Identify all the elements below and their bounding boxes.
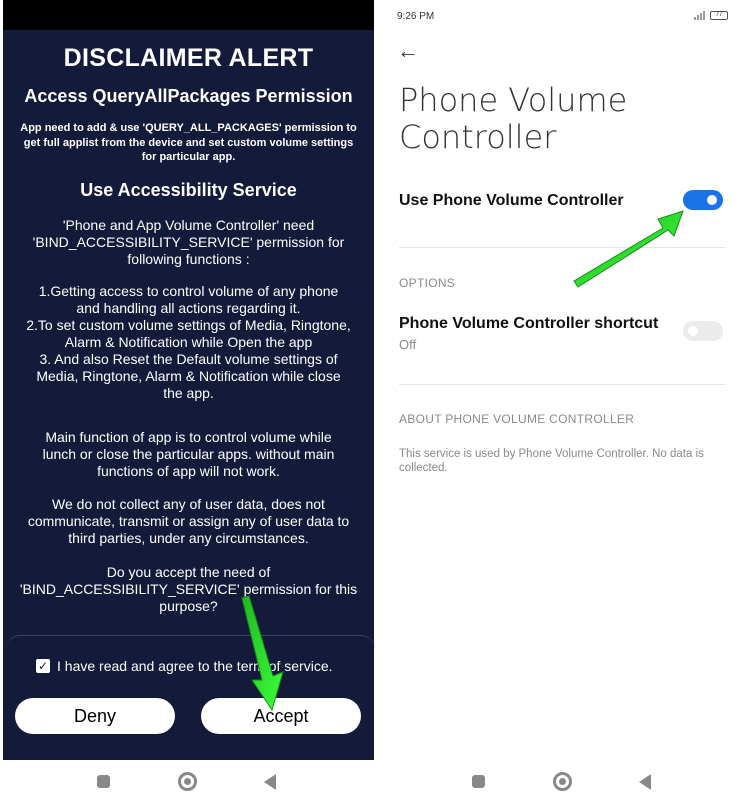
home-circle-icon[interactable] <box>178 772 197 791</box>
about-description: This service is used by Phone Volume Con… <box>399 448 704 474</box>
home-circle-icon[interactable] <box>553 772 572 791</box>
status-time: 9:26 PM <box>397 11 435 22</box>
shortcut-toggle[interactable] <box>683 321 723 341</box>
disclaimer-dialog: DISCLAIMER ALERT Access QueryAllPackages… <box>3 30 375 760</box>
signal-icon <box>694 11 705 20</box>
paragraph-main-function: Main function of app is to control volum… <box>42 429 335 479</box>
deny-button[interactable]: Deny <box>15 698 175 734</box>
accept-button[interactable]: Accept <box>201 698 361 734</box>
page-title: Phone Volume Controller <box>399 81 628 156</box>
paragraph-need: 'Phone and App Volume Controller' need '… <box>32 217 345 267</box>
shortcut-label: Phone Volume Controller shortcut <box>399 315 659 332</box>
divider <box>399 384 725 385</box>
agree-checkbox[interactable]: ✓ <box>36 659 50 673</box>
back-triangle-icon[interactable] <box>264 774 276 790</box>
use-controller-toggle[interactable] <box>683 190 723 210</box>
recents-square-icon[interactable] <box>97 775 110 788</box>
packages-text: App need to add & use 'QUERY_ALL_PACKAGE… <box>20 122 357 163</box>
divider <box>399 247 725 248</box>
paragraph-data-policy: We do not collect any of user data, does… <box>27 496 350 546</box>
left-phone-screen: DISCLAIMER ALERT Access QueryAllPackages… <box>0 0 375 808</box>
dialog-action-area: ✓ I have read and agree to the term of s… <box>6 635 375 760</box>
back-triangle-icon[interactable] <box>639 774 651 790</box>
paragraph-functions: 1.Getting access to control volume of an… <box>26 283 351 401</box>
heading-packages: Access QueryAllPackages Permission <box>24 86 353 106</box>
right-phone-screen: 9:26 PM 77 ← Phone Volume Controller Use… <box>375 0 750 808</box>
shortcut-value: Off <box>399 337 417 352</box>
section-about-heading: ABOUT PHONE VOLUME CONTROLLER <box>399 412 635 426</box>
heading-accessibility: Use Accessibility Service <box>80 180 297 200</box>
dialog-title: DISCLAIMER ALERT <box>63 44 314 72</box>
battery-icon: 77 <box>710 11 728 20</box>
section-options-heading: OPTIONS <box>399 276 456 290</box>
right-navigation-bar <box>375 770 750 794</box>
recents-square-icon[interactable] <box>472 775 485 788</box>
use-controller-label: Use Phone Volume Controller <box>399 192 624 209</box>
status-icons: 77 <box>694 11 728 20</box>
status-bar <box>3 0 374 30</box>
paragraph-question: Do you accept the need of 'BIND_ACCESSIB… <box>19 564 358 614</box>
agree-terms-row[interactable]: ✓ I have read and agree to the term of s… <box>36 658 333 674</box>
agree-terms-label: I have read and agree to the term of ser… <box>57 658 333 674</box>
back-arrow-icon[interactable]: ← <box>397 38 419 64</box>
left-navigation-bar <box>0 770 375 794</box>
